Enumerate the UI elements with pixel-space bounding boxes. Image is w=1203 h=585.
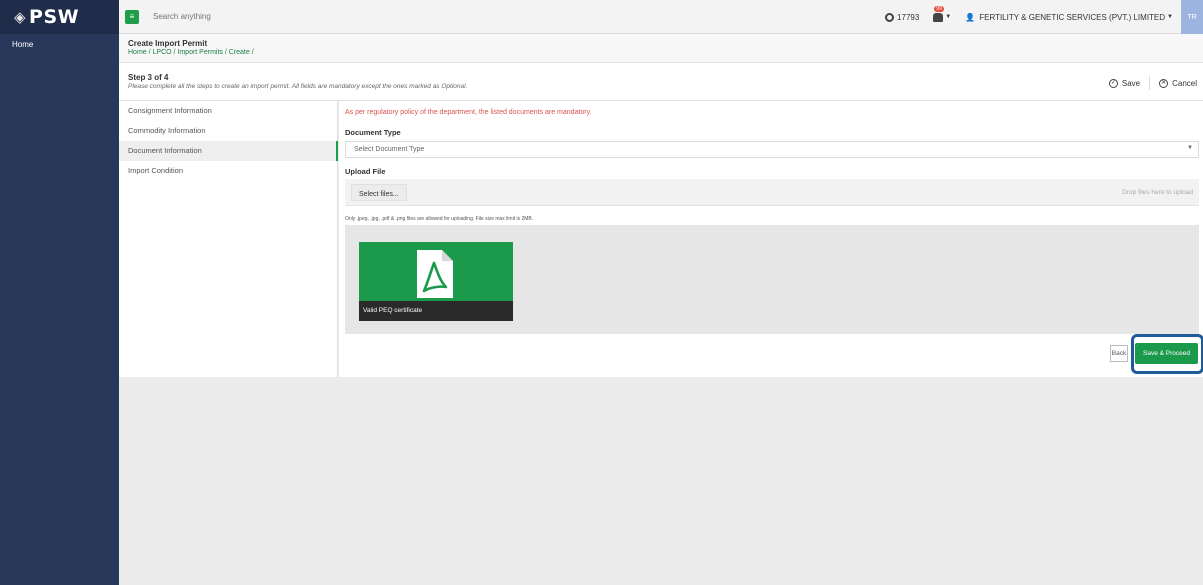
step-title: Step 3 of 4 bbox=[128, 73, 169, 82]
save-and-proceed-button[interactable]: Save & Proceed bbox=[1135, 343, 1198, 364]
hamburger-icon: ≡ bbox=[129, 12, 135, 21]
user-menu[interactable]: 👤 FERTILITY & GENETIC SERVICES (PVT.) LI… bbox=[965, 13, 1173, 22]
cancel-label: Cancel bbox=[1172, 78, 1197, 88]
document-list: Valid PEQ certificate bbox=[345, 225, 1199, 334]
document-information-form: As per regulatory policy of the departme… bbox=[339, 101, 1203, 377]
breadcrumb[interactable]: Home / LPCO / Import Permits / Create / bbox=[128, 49, 1203, 56]
menu-toggle-button[interactable]: ≡ bbox=[125, 9, 139, 24]
psw-logo[interactable]: ◈ PSW bbox=[0, 0, 119, 34]
balance-display: 17793 bbox=[885, 12, 920, 22]
user-icon: 👤 bbox=[965, 12, 976, 22]
document-caption: Valid PEQ certificate bbox=[359, 301, 513, 321]
sidebar: ◈ PSW Home bbox=[0, 0, 119, 585]
select-files-button[interactable]: Select files... bbox=[351, 184, 407, 201]
coin-icon bbox=[885, 12, 895, 22]
mandatory-documents-notice: As per regulatory policy of the departme… bbox=[345, 109, 592, 116]
step-consignment-information[interactable]: Consignment Information bbox=[119, 101, 337, 121]
logo-text: PSW bbox=[29, 6, 80, 28]
document-type-label: Document Type bbox=[345, 128, 401, 137]
check-circle-icon: ✓ bbox=[1108, 78, 1118, 88]
step-document-information[interactable]: Document Information bbox=[119, 141, 338, 161]
chevron-down-icon: ▼ bbox=[945, 14, 952, 20]
balance-value: 17793 bbox=[897, 12, 920, 22]
step-header: Step 3 of 4 Please complete all the step… bbox=[119, 63, 1203, 101]
document-type-select[interactable]: Select Document Type ▼ bbox=[345, 141, 1199, 158]
document-type-placeholder: Select Document Type bbox=[354, 146, 425, 153]
save-label: Save bbox=[1121, 78, 1141, 88]
chevron-down-icon: ▼ bbox=[1187, 145, 1193, 151]
notification-icon bbox=[933, 12, 944, 22]
file-type-hint: Only .jpeg, .jpg, .pdf & .png files are … bbox=[345, 216, 534, 222]
topbar: ≡ 17793 99 ▼ 👤 FERTILITY & GENETIC SERVI… bbox=[119, 0, 1203, 34]
step-navigation: Consignment Information Commodity Inform… bbox=[119, 101, 338, 377]
page-title: Create Import Permit bbox=[128, 39, 208, 48]
notifications-button[interactable]: 99 ▼ bbox=[933, 5, 952, 22]
divider bbox=[1149, 76, 1151, 90]
step-import-condition[interactable]: Import Condition bbox=[119, 161, 337, 181]
cancel-button[interactable]: ✕ Cancel bbox=[1159, 78, 1197, 88]
notification-badge: 99 bbox=[934, 5, 944, 12]
psw-logo-icon: ◈ bbox=[14, 8, 27, 26]
close-circle-icon: ✕ bbox=[1159, 78, 1169, 88]
document-card[interactable]: Valid PEQ certificate bbox=[359, 242, 513, 321]
drop-hint: Drop files here to upload bbox=[1122, 189, 1193, 196]
search-input[interactable] bbox=[153, 12, 453, 21]
back-button[interactable]: Back bbox=[1110, 345, 1128, 362]
step-commodity-information[interactable]: Commodity Information bbox=[119, 121, 337, 141]
sidebar-item-home[interactable]: Home bbox=[0, 34, 119, 49]
avatar[interactable]: TR bbox=[1181, 0, 1203, 34]
upload-file-label: Upload File bbox=[345, 167, 386, 176]
chevron-down-icon: ▼ bbox=[1167, 14, 1173, 20]
pdf-icon bbox=[417, 250, 453, 298]
page-header: Create Import Permit Home / LPCO / Impor… bbox=[119, 34, 1203, 63]
save-button[interactable]: ✓ Save bbox=[1108, 78, 1141, 88]
step-instructions: Please complete all the steps to create … bbox=[128, 83, 468, 90]
user-name: FERTILITY & GENETIC SERVICES (PVT.) LIMI… bbox=[979, 12, 1166, 22]
file-upload-dropzone[interactable]: Select files... Drop files here to uploa… bbox=[345, 179, 1199, 206]
